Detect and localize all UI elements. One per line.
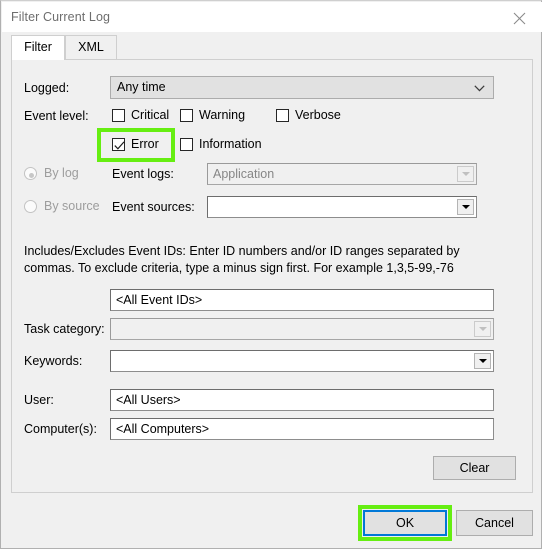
close-icon[interactable] [497,2,542,32]
event-logs-dropdown-button[interactable] [457,166,474,182]
event-sources-label: Event sources: [112,200,195,214]
event-ids-value: <All Event IDs> [116,293,203,307]
keywords-label: Keywords: [24,354,83,368]
event-level-label: Event level: [24,109,89,123]
clear-button-label: Clear [459,461,490,475]
computers-label: Computer(s): [24,422,97,436]
check-icon [114,141,125,150]
title-bar: Filter Current Log [2,2,542,32]
checkbox-critical-box [112,109,125,122]
ok-button[interactable]: OK [363,510,447,536]
task-category-dropdown-button[interactable] [474,321,491,337]
user-value: <All Users> [116,393,181,407]
task-category-combobox[interactable] [110,318,494,340]
keywords-combobox[interactable] [110,350,494,372]
checkbox-warning-box [180,109,193,122]
radio-by-source-ring [24,200,37,213]
user-label: User: [24,393,54,407]
computers-value: <All Computers> [116,422,210,436]
tab-xml-label: XML [78,40,104,54]
tab-xml[interactable]: XML [65,35,117,59]
clear-button[interactable]: Clear [433,456,516,480]
logged-label: Logged: [24,81,70,95]
filter-current-log-dialog: Filter Current Log Filter XML Logged: An… [0,0,542,549]
checkbox-verbose-label: Verbose [295,108,341,122]
task-category-label: Task category: [24,322,105,336]
window-title: Filter Current Log [11,10,111,24]
tab-filter-label: Filter [24,40,52,54]
triangle-down-icon [461,172,470,176]
logged-combobox[interactable]: Any time [110,76,494,99]
radio-by-log-dot [29,173,34,178]
radio-by-log-label: By log [44,166,79,180]
checkbox-warning-label: Warning [199,108,246,122]
event-ids-input[interactable]: <All Event IDs> [110,289,494,311]
checkbox-error-label: Error [131,137,159,151]
event-sources-dropdown-button[interactable] [457,199,474,215]
checkbox-verbose-box [276,109,289,122]
checkbox-information-box [180,138,193,151]
tab-filter[interactable]: Filter [11,35,65,60]
event-ids-hint: Includes/Excludes Event IDs: Enter ID nu… [24,244,460,275]
ok-button-label: OK [395,516,415,530]
user-input[interactable]: <All Users> [110,389,494,411]
cancel-button-label: Cancel [475,516,514,530]
logged-value: Any time [117,80,166,94]
triangle-down-icon [478,359,487,363]
event-logs-label: Event logs: [112,167,174,181]
radio-by-log-ring [24,167,37,180]
triangle-down-icon [478,327,487,331]
checkbox-critical-label: Critical [131,108,170,122]
cancel-button[interactable]: Cancel [456,510,533,536]
checkbox-information-label: Information [199,137,262,151]
chevron-down-icon [474,85,485,92]
computers-input[interactable]: <All Computers> [110,418,494,440]
close-glyph [513,12,526,25]
event-sources-combobox[interactable] [207,196,477,218]
checkbox-error-box [112,138,125,151]
tab-strip: Filter XML [11,35,533,60]
keywords-dropdown-button[interactable] [474,353,491,369]
radio-by-source-label: By source [44,199,100,213]
event-logs-value: Application [213,167,275,181]
filter-tab-panel: Logged: Any time Event level: Critical W… [11,59,533,493]
triangle-down-icon [461,205,470,209]
event-logs-combobox[interactable]: Application [207,163,477,185]
